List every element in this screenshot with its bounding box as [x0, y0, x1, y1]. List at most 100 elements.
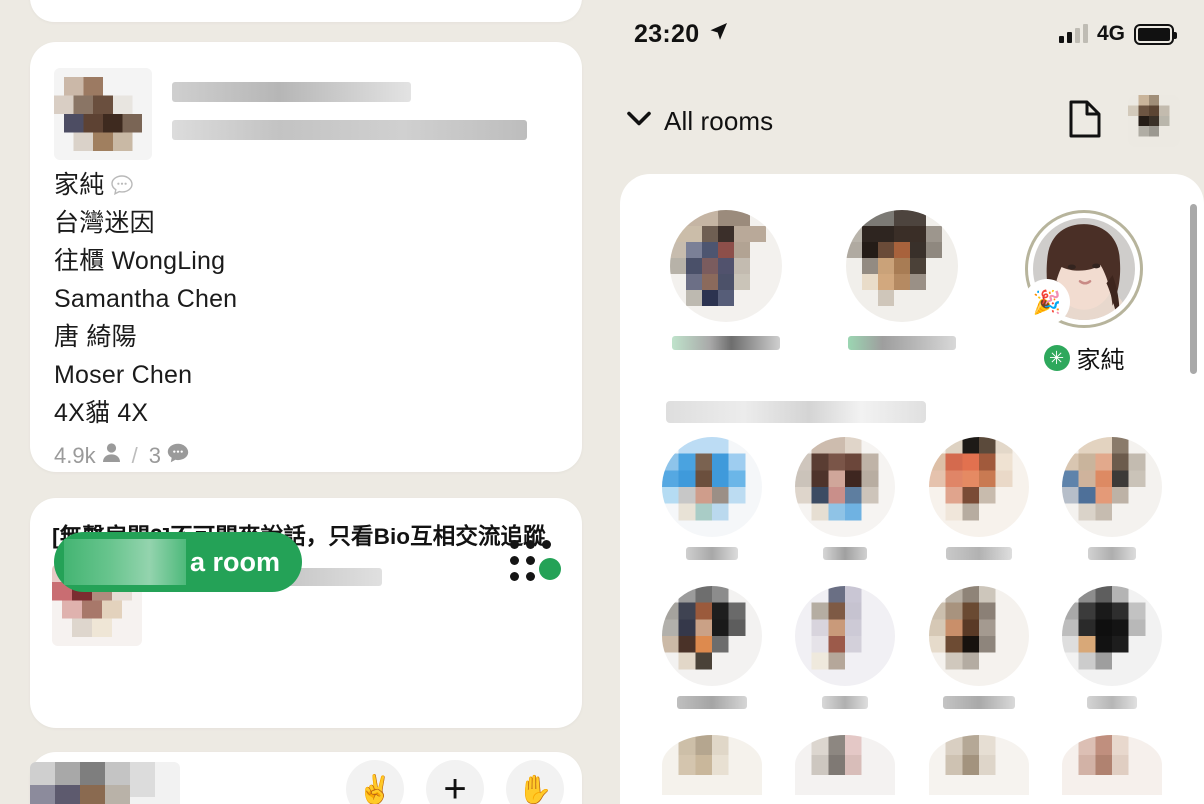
raise-hand-button[interactable]: ✋: [506, 760, 564, 804]
audience-member[interactable]: [654, 586, 770, 709]
audience-grid: [620, 423, 1204, 795]
status-bar-left: 23:20: [634, 20, 729, 49]
speaker-tile-active[interactable]: 🎉 ✳ 家純: [1018, 210, 1150, 375]
audience-name-redacted: [1088, 547, 1137, 560]
member-name-row[interactable]: 台灣迷因: [54, 204, 558, 242]
status-bar-right: 4G: [1058, 22, 1177, 46]
raised-hand-icon: ✋: [517, 773, 553, 804]
bottom-action-bar: ✌️ + ✋: [346, 760, 564, 804]
all-rooms-selector[interactable]: All rooms: [626, 106, 773, 137]
audience-member[interactable]: [921, 735, 1037, 795]
network-type-label: 4G: [1096, 22, 1125, 45]
audience-avatar: [1062, 586, 1163, 686]
profile-avatar[interactable]: [1128, 95, 1180, 147]
app-screenshot: 家純 台灣迷因 往櫃 WongLing Samantha Chen 唐 綺陽 M…: [0, 0, 1204, 804]
bottom-card: ✌️ + ✋: [30, 752, 582, 804]
audience-avatar: [1062, 437, 1163, 537]
member-name-row[interactable]: Moser Chen: [54, 356, 558, 394]
audience-name-redacted: [685, 547, 738, 560]
vertical-scrollbar[interactable]: [1190, 204, 1197, 374]
speaker-tile[interactable]: [666, 210, 786, 350]
room-card-avatar: [54, 68, 152, 160]
member-name: 台灣迷因: [54, 209, 155, 237]
member-name: 往櫃 WongLing: [54, 247, 226, 275]
member-name-row[interactable]: 家純: [54, 166, 558, 204]
audience-member[interactable]: [654, 437, 770, 560]
room-card[interactable]: 家純 台灣迷因 往櫃 WongLing Samantha Chen 唐 綺陽 M…: [30, 42, 582, 472]
audience-member[interactable]: [921, 586, 1037, 709]
top-bar-actions: [1068, 95, 1180, 147]
audience-name-redacted: [942, 696, 1015, 709]
status-bar: 23:20 4G: [602, 0, 1204, 68]
audience-avatar: [928, 735, 1029, 795]
section-heading-redacted: [666, 401, 926, 423]
add-button[interactable]: +: [426, 760, 484, 804]
room-card-header: [30, 68, 582, 160]
room-card-title-redacted: [152, 68, 558, 160]
peace-hand-button[interactable]: ✌️: [346, 760, 404, 804]
person-icon: [102, 442, 121, 469]
clock-time: 23:20: [634, 19, 700, 48]
right-panel: 23:20 4G All rooms 🎉 ✳ 家純: [602, 0, 1204, 804]
speech-bubble-icon: [111, 175, 134, 195]
listener-count: 4.9k: [54, 442, 96, 468]
member-name: Moser Chen: [54, 361, 193, 389]
signal-bars-icon: [1058, 24, 1088, 43]
room-stats: 4.9k / 3: [30, 432, 582, 469]
audience-avatar: [1062, 735, 1163, 795]
speaker-name-redacted: [672, 336, 780, 350]
audience-avatar: [661, 735, 762, 795]
active-speaker-name-row: ✳ 家純: [1018, 340, 1150, 375]
card-above-peek[interactable]: [30, 0, 582, 22]
chevron-down-icon: [626, 110, 652, 133]
plus-icon: +: [443, 767, 467, 804]
audience-member[interactable]: [1055, 437, 1171, 560]
audience-member[interactable]: [788, 735, 904, 795]
member-name-row[interactable]: 4X貓 4X: [54, 394, 558, 432]
dots-grid-icon[interactable]: [510, 540, 562, 584]
speaker-name-redacted: [848, 336, 956, 350]
bottom-card-avatar: [30, 762, 180, 804]
audience-name-redacted: [945, 547, 1012, 560]
left-panel: 家純 台灣迷因 往櫃 WongLing Samantha Chen 唐 綺陽 M…: [0, 0, 602, 804]
audience-member[interactable]: [788, 586, 904, 709]
location-arrow-icon: [708, 21, 729, 47]
peace-hand-icon: ✌️: [357, 773, 393, 804]
audience-avatar: [661, 437, 762, 537]
speaker-avatar: [670, 210, 782, 322]
member-name-row[interactable]: Samantha Chen: [54, 280, 558, 318]
member-name: Samantha Chen: [54, 285, 238, 313]
join-label-redacted: [64, 539, 186, 585]
speaker-count: 3: [148, 442, 161, 468]
join-button-label: a room: [189, 546, 280, 577]
audience-member[interactable]: [1055, 735, 1171, 795]
rooms-top-bar: All rooms: [602, 92, 1204, 150]
speaker-tile[interactable]: [842, 210, 962, 350]
audience-avatar: [795, 437, 896, 537]
stats-separator: /: [131, 442, 138, 468]
audience-name-redacted: [823, 547, 868, 560]
audience-member[interactable]: [1055, 586, 1171, 709]
active-speaker-ring: 🎉: [1025, 210, 1143, 328]
audience-name-redacted: [1087, 696, 1138, 709]
audience-member[interactable]: [921, 437, 1037, 560]
audience-name-redacted: [822, 696, 869, 709]
active-speaker-name: 家純: [1076, 347, 1125, 374]
silent-room-card[interactable]: [無聲房間2]不可開麥說話，只看Bio互相交流追蹤 a room: [30, 498, 582, 728]
audience-member[interactable]: [788, 437, 904, 560]
member-name-row[interactable]: 唐 綺陽: [54, 318, 558, 356]
document-icon[interactable]: [1068, 99, 1102, 144]
audience-member[interactable]: [654, 735, 770, 795]
speaker-row: 🎉 ✳ 家純: [620, 174, 1204, 375]
audience-name-redacted: [676, 696, 747, 709]
member-name: 4X貓 4X: [54, 399, 149, 427]
battery-full-icon: [1134, 23, 1177, 45]
join-room-button[interactable]: a room: [54, 532, 302, 592]
member-name-list: 家純 台灣迷因 往櫃 WongLing Samantha Chen 唐 綺陽 M…: [30, 162, 582, 432]
member-name: 唐 綺陽: [54, 323, 137, 351]
audience-avatar: [795, 735, 896, 795]
party-popper-badge-icon: 🎉: [1026, 281, 1068, 323]
member-name-row[interactable]: 往櫃 WongLing: [54, 242, 558, 280]
member-name: 家純: [54, 171, 105, 199]
speaker-avatar: [846, 210, 958, 322]
